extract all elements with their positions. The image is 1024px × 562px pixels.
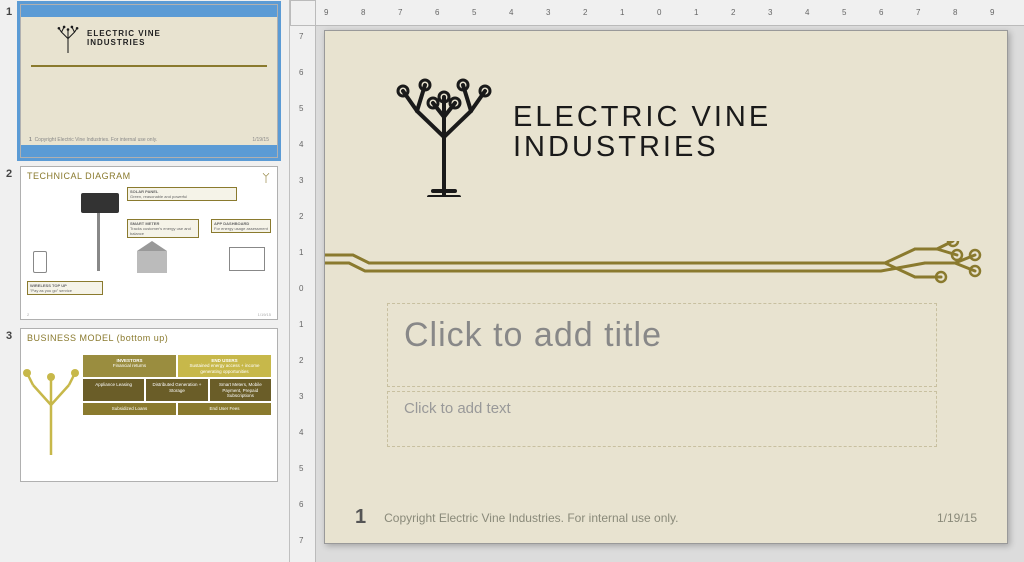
block-appliance-leasing: Appliance Leasing: [83, 379, 144, 401]
logo-text: ELECTRIC VINE INDUSTRIES: [513, 102, 771, 163]
footer-date: 1/19/15: [252, 137, 269, 143]
thumbnail-slide-3[interactable]: BUSINESS MODEL (bottom up) INVESTORSFina…: [20, 328, 278, 482]
footer-date: 1/19/15: [937, 511, 977, 525]
circuit-tree-icon: [55, 23, 81, 53]
company-logo: ELECTRIC VINE INDUSTRIES: [55, 23, 161, 53]
title-placeholder-text: Click to add title: [404, 316, 920, 355]
slide-title: TECHNICAL DIAGRAM: [27, 171, 131, 181]
horizontal-ruler[interactable]: 9876543210123456789: [316, 0, 1024, 26]
pole-graphic: [97, 213, 100, 271]
block-subsidized-loans: Subsidized Loans: [83, 403, 176, 414]
slide-footer: 1 Copyright Electric Vine Industries. Fo…: [29, 137, 269, 143]
slide-footer: 1 Copyright Electric Vine Industries. Fo…: [355, 506, 977, 529]
thumbnail-slide-1[interactable]: ELECTRIC VINE INDUSTRIES 1 Copyright Ele…: [20, 4, 278, 158]
circuit-divider: [31, 65, 267, 67]
callout-solar-panel: SOLAR PANELGreen, reasonable and powerfu…: [127, 187, 237, 201]
slide-title: BUSINESS MODEL (bottom up): [27, 333, 168, 343]
circuit-divider: [325, 241, 1009, 285]
decorative-bar: [21, 5, 277, 17]
decorative-bar: [21, 145, 277, 157]
company-logo: ELECTRIC VINE INDUSTRIES: [389, 67, 771, 197]
block-end-user-fees: End User Fees: [178, 403, 271, 414]
thumbnail-number: 3: [6, 328, 20, 482]
page-number: 2: [27, 312, 29, 317]
thumbnail-number: 1: [6, 4, 20, 158]
thumbnail-row: 1 ELECTRIC VINE INDUSTRIES: [6, 4, 283, 158]
footer-copyright: Copyright Electric Vine Industries. For …: [384, 511, 678, 525]
block-distributed-generation: Distributed Generation + Storage: [146, 379, 207, 401]
footer-text: Copyright Electric Vine Industries. For …: [35, 137, 158, 143]
circuit-tree-icon: [259, 169, 273, 183]
logo-text-line2: INDUSTRIES: [87, 38, 161, 47]
logo-text-line2: INDUSTRIES: [513, 132, 771, 162]
text-placeholder[interactable]: Click to add text: [387, 391, 937, 447]
laptop-graphic: [229, 247, 265, 271]
title-slide-preview: ELECTRIC VINE INDUSTRIES 1 Copyright Ele…: [21, 5, 277, 157]
callout-smart-meter: SMART METERTracks customer's energy use …: [127, 219, 199, 238]
slide-thumbnails-panel[interactable]: 1 ELECTRIC VINE INDUSTRIES: [0, 0, 290, 562]
business-model-blocks: INVESTORSFinancial returns END USERSSust…: [83, 355, 271, 417]
circuit-tree-icon: [21, 355, 81, 455]
ruler-corner: [290, 0, 316, 26]
phone-graphic: [33, 251, 47, 273]
block-investors: INVESTORSFinancial returns: [83, 355, 176, 377]
logo-text-line1: ELECTRIC VINE: [87, 29, 161, 38]
diagram-area: SOLAR PANELGreen, reasonable and powerfu…: [27, 187, 271, 307]
slide-edit-area: 9876543210123456789 765432101234567: [290, 0, 1024, 562]
callout-app-dashboard: APP DASHBOARDFor energy usage assessment: [211, 219, 271, 233]
page-number: 1: [29, 137, 32, 143]
thumbnail-number: 2: [6, 166, 20, 320]
slide-footer: 2 1/19/15: [27, 312, 271, 317]
thumbnail-row: 2 TECHNICAL DIAGRAM SOLAR PANELGreen, re…: [6, 166, 283, 320]
block-end-users: END USERSSustained energy access + incom…: [178, 355, 271, 377]
vertical-ruler[interactable]: 765432101234567: [290, 26, 316, 562]
title-placeholder[interactable]: Click to add title: [387, 303, 937, 387]
house-graphic: [137, 251, 167, 273]
block-smart-meters: Smart Meters, Mobile Payment, Prepaid Su…: [210, 379, 271, 401]
text-placeholder-text: Click to add text: [404, 400, 920, 417]
thumbnail-row: 3 BUSINESS MODEL (bottom up) INVESTORSFi…: [6, 328, 283, 482]
solar-panel-graphic: [81, 193, 119, 213]
slide-canvas[interactable]: ELECTRIC VINE INDUSTRIES: [324, 30, 1008, 544]
page-number: 1: [355, 506, 366, 529]
footer-date: 1/19/15: [258, 312, 271, 317]
logo-text-line1: ELECTRIC VINE: [513, 102, 771, 132]
callout-wireless-topup: WIRELESS TOP UP"Pay as you go" service: [27, 281, 103, 295]
thumbnail-slide-2[interactable]: TECHNICAL DIAGRAM SOLAR PANELGreen, reas…: [20, 166, 278, 320]
circuit-tree-icon: [389, 67, 499, 197]
